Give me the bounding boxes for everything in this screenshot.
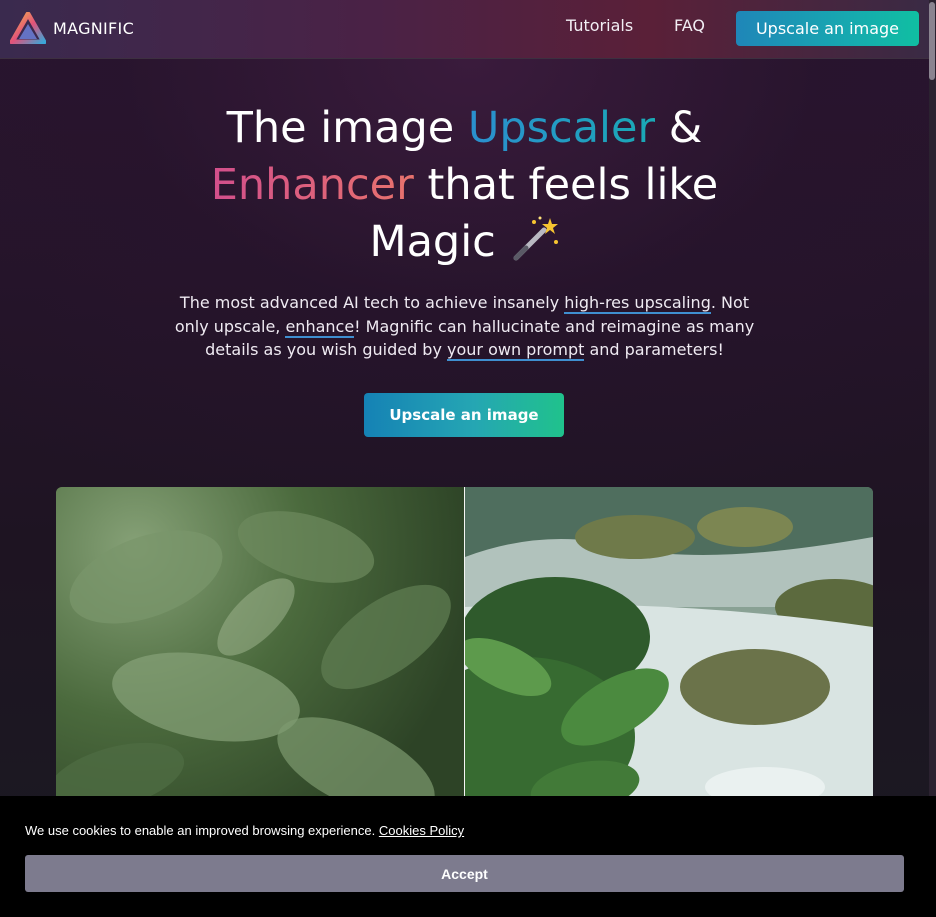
brand-name: MAGNIFIC xyxy=(53,18,135,38)
comparison-slider-handle[interactable] xyxy=(464,487,465,817)
upscaled-river-icon xyxy=(415,487,873,817)
after-image xyxy=(415,487,873,817)
title-text: The image xyxy=(226,103,468,153)
hero-upscale-button[interactable]: Upscale an image xyxy=(364,393,564,437)
nav-tutorials-link[interactable]: Tutorials xyxy=(566,16,633,35)
title-highlight-upscaler: Upscaler xyxy=(467,103,656,153)
subtitle-text: and parameters! xyxy=(584,340,724,359)
triangle-logo-icon xyxy=(10,12,46,44)
high-res-upscaling-link[interactable]: high-res upscaling xyxy=(564,293,711,314)
cookie-banner: We use cookies to enable an improved bro… xyxy=(0,796,936,917)
title-text: & xyxy=(655,103,703,153)
title-text: Magic xyxy=(369,217,510,267)
top-nav-bar: MAGNIFIC Tutorials FAQ Upscale an image xyxy=(0,0,929,59)
cookie-message: We use cookies to enable an improved bro… xyxy=(25,823,464,838)
your-own-prompt-link[interactable]: your own prompt xyxy=(447,340,585,361)
hero-subtitle: The most advanced AI tech to achieve ins… xyxy=(172,291,757,362)
before-image xyxy=(56,487,464,817)
hero-title: The image Upscaler & Enhancer that feels… xyxy=(0,100,929,271)
brand-logo[interactable]: MAGNIFIC xyxy=(10,12,134,44)
title-highlight-enhancer: Enhancer xyxy=(210,160,414,210)
cookies-policy-link[interactable]: Cookies Policy xyxy=(379,823,464,838)
enhance-link[interactable]: enhance xyxy=(285,316,355,338)
cookie-text: We use cookies to enable an improved bro… xyxy=(25,823,379,838)
title-text: that feels like xyxy=(413,160,719,210)
magic-wand-icon xyxy=(513,216,558,261)
accept-cookies-button[interactable]: Accept xyxy=(25,855,904,892)
nav-faq-link[interactable]: FAQ xyxy=(674,16,705,35)
scrollbar-track[interactable] xyxy=(929,0,936,917)
subtitle-text: The most advanced AI tech to achieve ins… xyxy=(179,293,565,312)
before-after-comparison[interactable] xyxy=(56,487,873,817)
header-upscale-button[interactable]: Upscale an image xyxy=(736,11,919,46)
scrollbar-thumb[interactable] xyxy=(929,2,935,80)
blurry-foliage-icon xyxy=(56,511,451,817)
